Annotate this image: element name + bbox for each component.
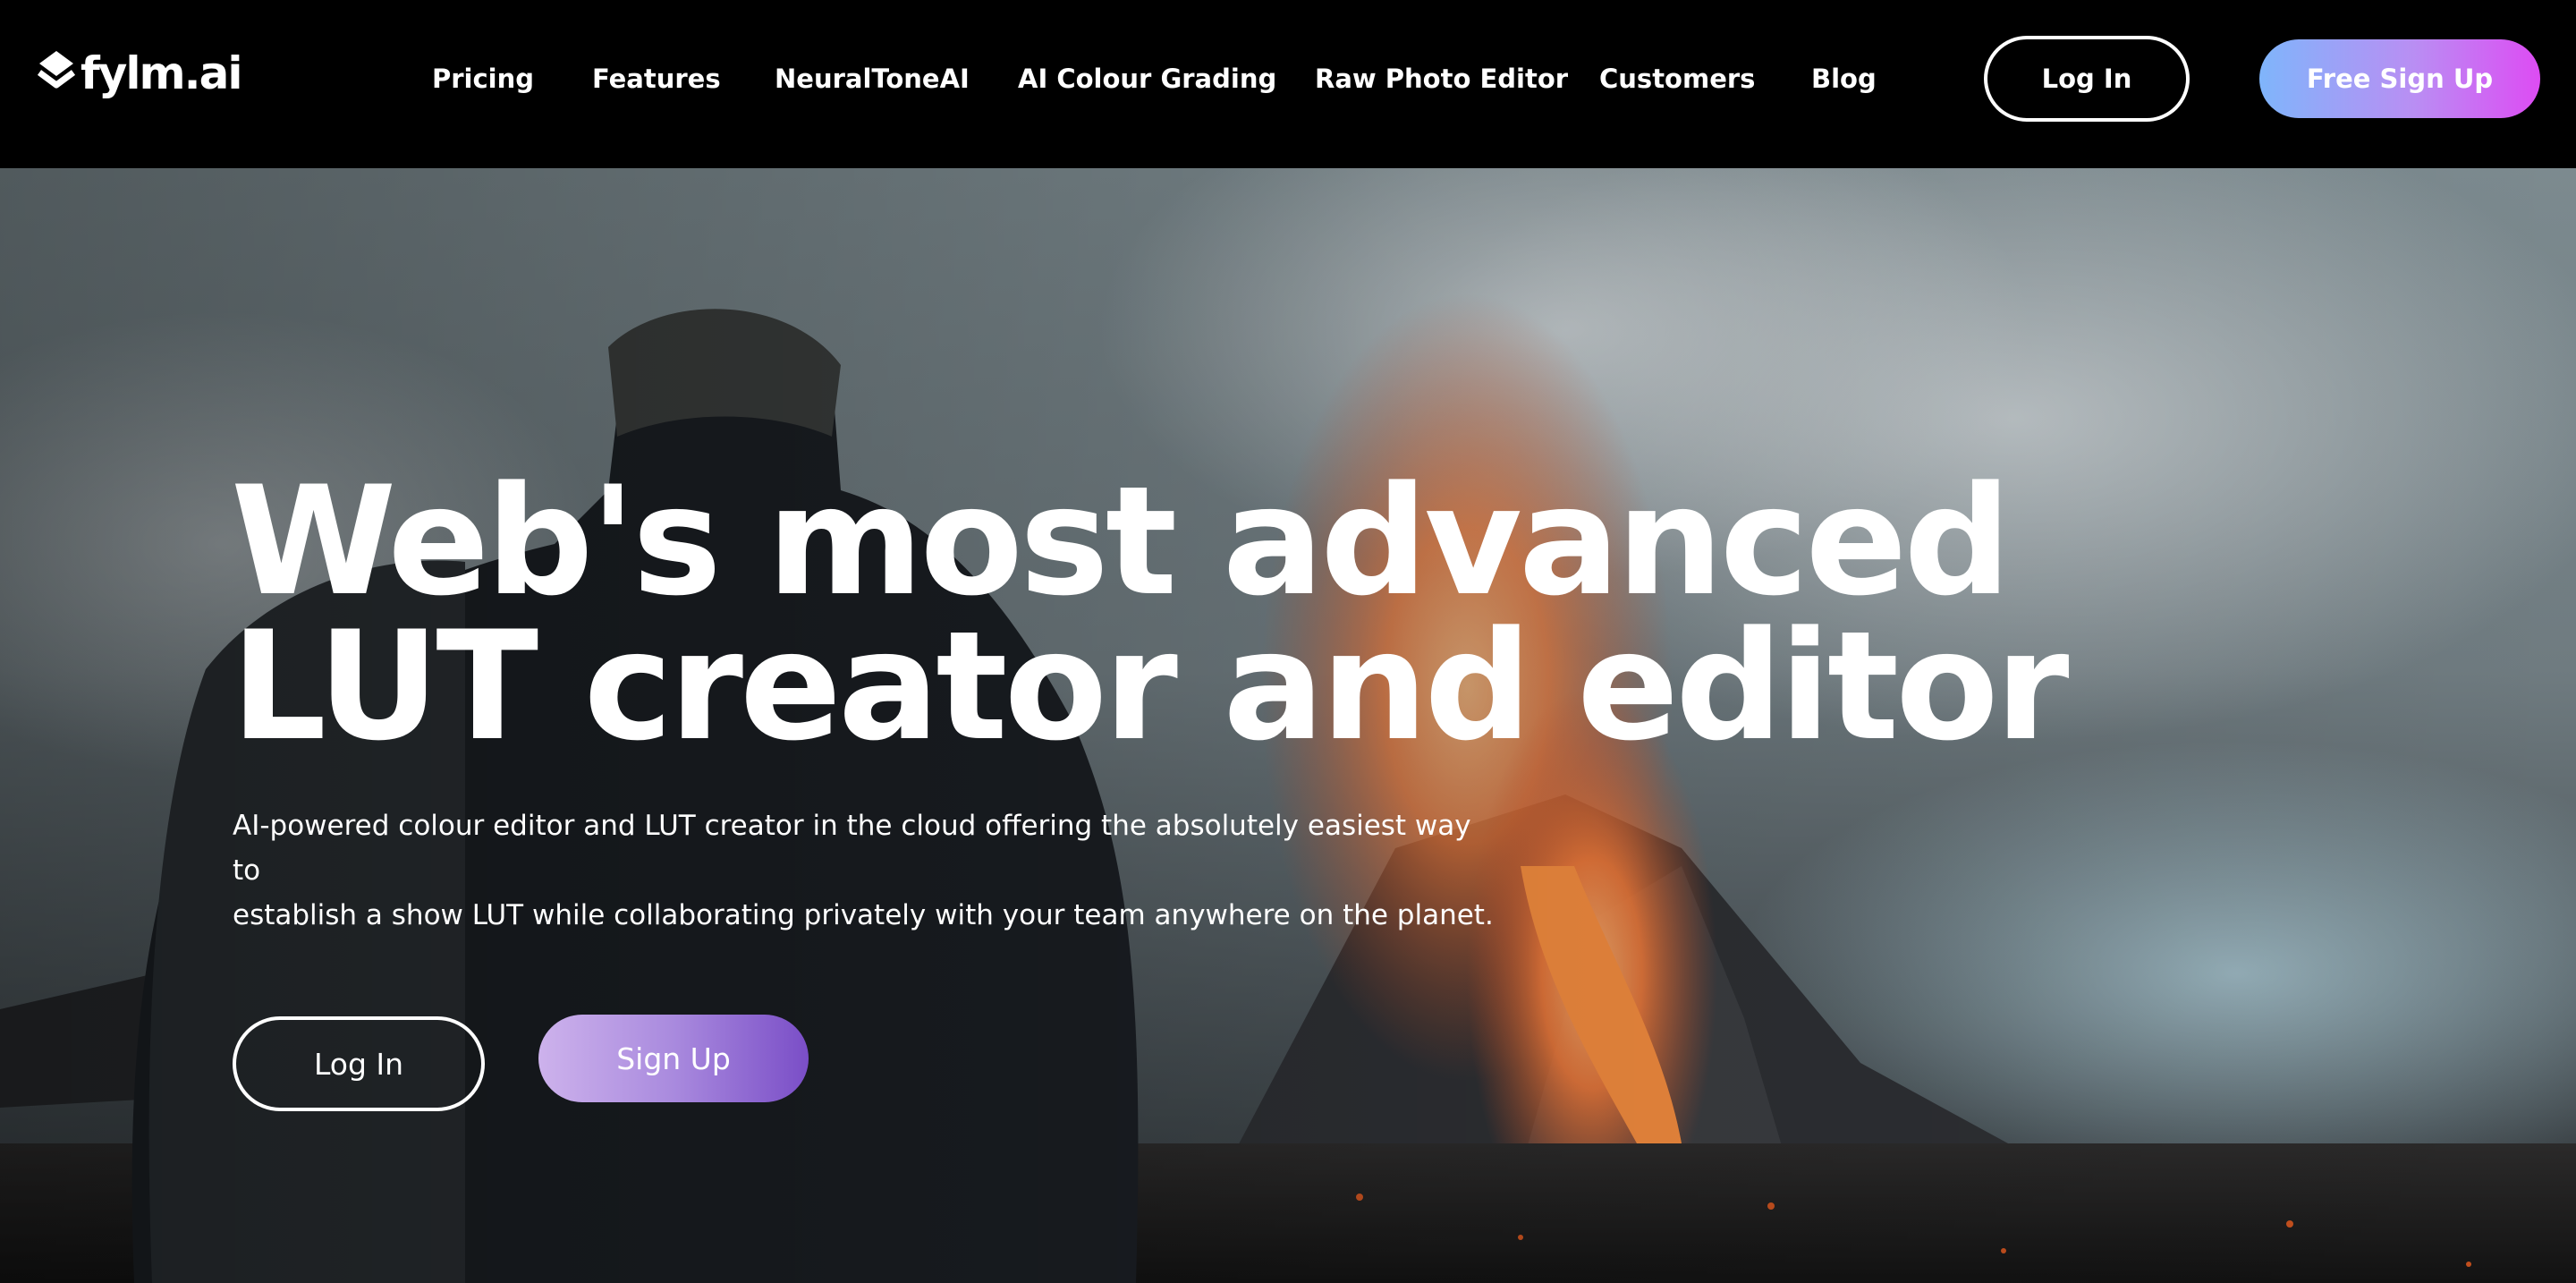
- hero-signup-button[interactable]: Sign Up: [538, 1015, 809, 1102]
- hero-headline-line-2: LUT creator and editor: [231, 599, 2069, 774]
- header-login-button[interactable]: Log In: [1984, 36, 2190, 122]
- nav-link-blog[interactable]: Blog: [1811, 59, 1877, 98]
- hero-section: Web's most advanced LUT creator and edit…: [0, 168, 2576, 1283]
- hero-headline-line-1: Web's most advanced: [231, 454, 2012, 629]
- brand-name: fylm.ai: [80, 47, 242, 99]
- header-free-signup-button[interactable]: Free Sign Up: [2259, 39, 2540, 118]
- hero-description: AI-powered colour editor and LUT creator…: [233, 803, 1503, 938]
- layered-chevron-icon: [38, 51, 75, 89]
- hero-description-line-1: AI-powered colour editor and LUT creator…: [233, 810, 1471, 887]
- nav-link-pricing[interactable]: Pricing: [432, 59, 534, 98]
- hero-login-button[interactable]: Log In: [233, 1016, 485, 1111]
- nav-link-customers[interactable]: Customers: [1599, 59, 1755, 98]
- nav-link-raw-photo-editor[interactable]: Raw Photo Editor: [1315, 59, 1568, 98]
- nav-link-features[interactable]: Features: [592, 59, 721, 98]
- nav-link-ai-colour-grading[interactable]: AI Colour Grading: [1018, 59, 1276, 98]
- top-navigation-bar: fylm.ai Pricing Features NeuralToneAI AI…: [0, 0, 2576, 168]
- nav-link-neuraltoneai[interactable]: NeuralToneAI: [775, 59, 970, 98]
- brand-logo[interactable]: fylm.ai: [38, 47, 242, 100]
- hero-headline: Web's most advanced LUT creator and edit…: [231, 454, 2377, 774]
- hero-description-line-2: establish a show LUT while collaborating…: [233, 899, 1494, 931]
